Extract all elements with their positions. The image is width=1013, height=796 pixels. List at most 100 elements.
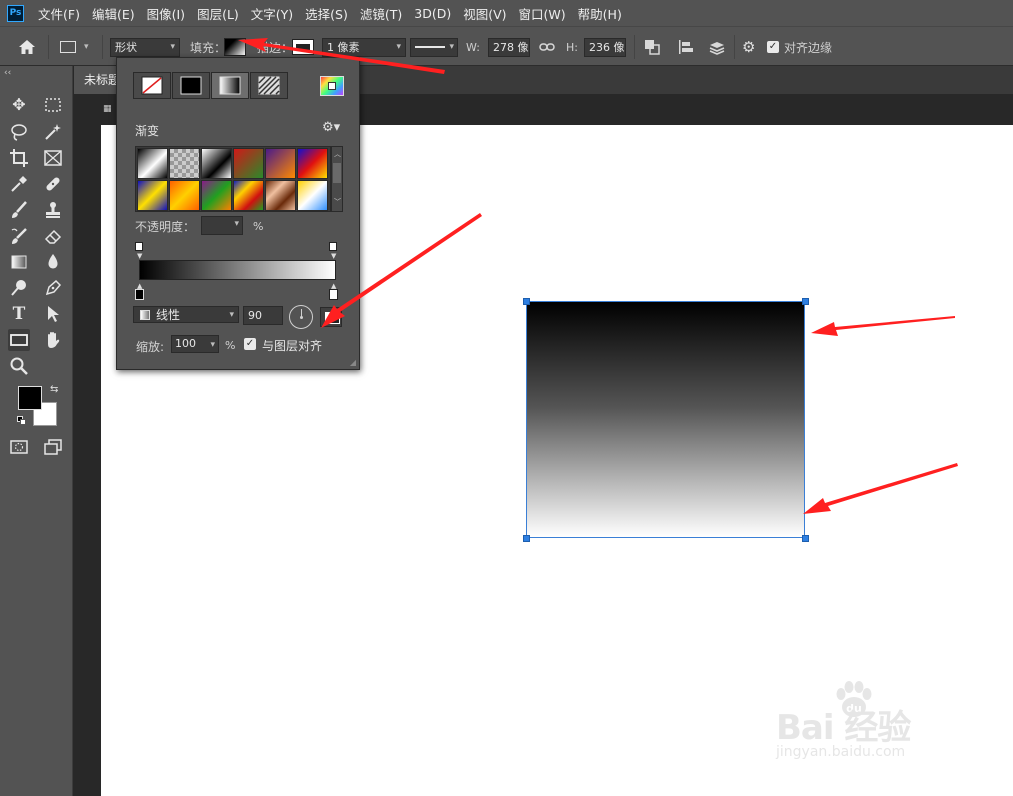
pattern-fill-button[interactable]: [250, 72, 288, 99]
no-fill-button[interactable]: [133, 72, 171, 99]
move-tool-icon[interactable]: ✥: [8, 94, 30, 116]
gradient-rectangle-shape[interactable]: [526, 301, 805, 538]
menu-view[interactable]: 视图(V): [463, 4, 506, 23]
menu-help[interactable]: 帮助(H): [578, 4, 622, 23]
rectangle-tool-icon[interactable]: [8, 329, 30, 351]
shape-mode-select[interactable]: 形状 ▾: [110, 37, 180, 57]
gear-icon[interactable]: ⚙: [742, 27, 755, 67]
scale-label: 缩放:: [136, 340, 165, 354]
healing-brush-icon[interactable]: [42, 173, 64, 195]
resize-grip-icon[interactable]: ◢: [350, 358, 356, 367]
gradient-swatch[interactable]: [233, 148, 264, 179]
gradient-swatch[interactable]: [297, 148, 328, 179]
path-alignment-icon[interactable]: [678, 27, 694, 67]
marquee-tool-icon[interactable]: [42, 94, 64, 116]
scale-field[interactable]: 100 ▾: [171, 335, 219, 353]
stroke-type-select[interactable]: ▾: [410, 37, 458, 57]
gradient-style-value: 线性: [156, 308, 181, 322]
eraser-icon[interactable]: [42, 225, 64, 247]
fill-type-popup: 渐变 ⚙▾ ︿ ﹀ 不透明度： ▾ % ▼ ▼ ▲ ▲ 线性 ▾ 90 缩放: …: [116, 57, 360, 370]
eyedropper-icon[interactable]: [8, 173, 30, 195]
align-edges-checkbox[interactable]: ✓: [767, 41, 779, 53]
dodge-tool-icon[interactable]: [8, 277, 30, 299]
stroke-swatch[interactable]: [292, 39, 314, 55]
gradient-preview-bar[interactable]: [139, 260, 336, 280]
zoom-tool-icon[interactable]: [8, 355, 30, 377]
crop-tool-icon[interactable]: [8, 147, 30, 169]
rectangle-preset-icon: [60, 41, 76, 53]
path-operations-icon[interactable]: [644, 27, 660, 67]
menu-file[interactable]: 文件(F): [38, 4, 80, 23]
home-icon[interactable]: [18, 27, 36, 67]
foreground-color-swatch[interactable]: [18, 386, 42, 410]
gradient-settings-gear-icon[interactable]: ⚙▾: [322, 120, 340, 135]
frame-tool-icon[interactable]: [42, 147, 64, 169]
transform-handle[interactable]: [523, 298, 530, 305]
path-arrangement-icon[interactable]: [708, 27, 726, 67]
angle-dial[interactable]: [289, 305, 313, 329]
angle-field[interactable]: 90: [243, 306, 283, 325]
gradient-swatch[interactable]: [137, 180, 168, 211]
stroke-width-field[interactable]: 1 像素 ▾: [322, 37, 406, 57]
gradient-swatch[interactable]: [137, 148, 168, 179]
height-label: H:: [566, 40, 578, 54]
gradient-swatch[interactable]: [169, 148, 200, 179]
menu-3d[interactable]: 3D(D): [414, 6, 451, 21]
type-tool-icon[interactable]: T: [8, 303, 30, 325]
hand-tool-icon[interactable]: [42, 329, 64, 351]
solid-color-fill-button[interactable]: [172, 72, 210, 99]
gradient-tool-icon[interactable]: [8, 251, 30, 273]
chevron-down-icon: ▾: [210, 340, 215, 350]
transform-handle[interactable]: [802, 535, 809, 542]
pen-tool-icon[interactable]: [42, 277, 64, 299]
reverse-gradient-button[interactable]: [320, 307, 342, 327]
quick-mask-icon[interactable]: [8, 436, 30, 458]
transform-handle[interactable]: [523, 535, 530, 542]
default-colors-icon[interactable]: [17, 416, 27, 426]
brush-tool-icon[interactable]: [8, 199, 30, 221]
opacity-stop[interactable]: [329, 242, 337, 251]
history-brush-icon[interactable]: [8, 225, 30, 247]
gradient-heading: 渐变: [135, 124, 160, 138]
color-stop[interactable]: [329, 289, 338, 300]
menu-filter[interactable]: 滤镜(T): [360, 4, 402, 23]
transform-handle[interactable]: [802, 298, 809, 305]
menu-select[interactable]: 选择(S): [305, 4, 348, 23]
height-field[interactable]: 236 像: [584, 37, 626, 57]
blur-tool-icon[interactable]: [42, 251, 64, 273]
gradient-fill-button[interactable]: [211, 72, 249, 99]
gradient-swatch[interactable]: [233, 180, 264, 211]
presets-scrollbar[interactable]: ︿ ﹀: [331, 146, 343, 212]
clone-stamp-icon[interactable]: [42, 199, 64, 221]
opacity-stop[interactable]: [135, 242, 143, 251]
gradient-style-select[interactable]: 线性 ▾: [133, 306, 239, 323]
gradient-swatch[interactable]: [297, 180, 328, 211]
color-stop[interactable]: [135, 289, 144, 300]
menu-type[interactable]: 文字(Y): [251, 4, 293, 23]
menu-window[interactable]: 窗口(W): [519, 4, 566, 23]
menu-image[interactable]: 图像(I): [147, 4, 185, 23]
width-field[interactable]: 278 像: [488, 37, 530, 57]
fill-swatch[interactable]: [224, 38, 246, 56]
menu-layer[interactable]: 图层(L): [197, 4, 239, 23]
lasso-tool-icon[interactable]: [8, 121, 30, 143]
scale-value: 100: [175, 337, 196, 350]
gradient-swatch[interactable]: [265, 180, 296, 211]
fill-label: 填充：: [190, 40, 227, 55]
path-selection-icon[interactable]: [42, 303, 64, 325]
screen-mode-icon[interactable]: [42, 436, 64, 458]
magic-wand-icon[interactable]: [42, 121, 64, 143]
collapse-panel-icon[interactable]: ‹‹: [4, 68, 11, 78]
opacity-field[interactable]: ▾: [201, 216, 243, 235]
link-icon[interactable]: [539, 27, 555, 67]
tools-panel: ‹‹ ✥ T ⇆: [0, 66, 73, 796]
gradient-swatch[interactable]: [265, 148, 296, 179]
gradient-swatch[interactable]: [201, 148, 232, 179]
gradient-swatch[interactable]: [201, 180, 232, 211]
swap-colors-icon[interactable]: ⇆: [50, 384, 58, 395]
tool-preset-picker[interactable]: ▾: [60, 27, 89, 67]
menu-edit[interactable]: 编辑(E): [92, 4, 135, 23]
gradient-swatch[interactable]: [169, 180, 200, 211]
align-with-layer-checkbox[interactable]: ✓: [244, 338, 256, 350]
color-picker-icon[interactable]: [320, 76, 344, 96]
